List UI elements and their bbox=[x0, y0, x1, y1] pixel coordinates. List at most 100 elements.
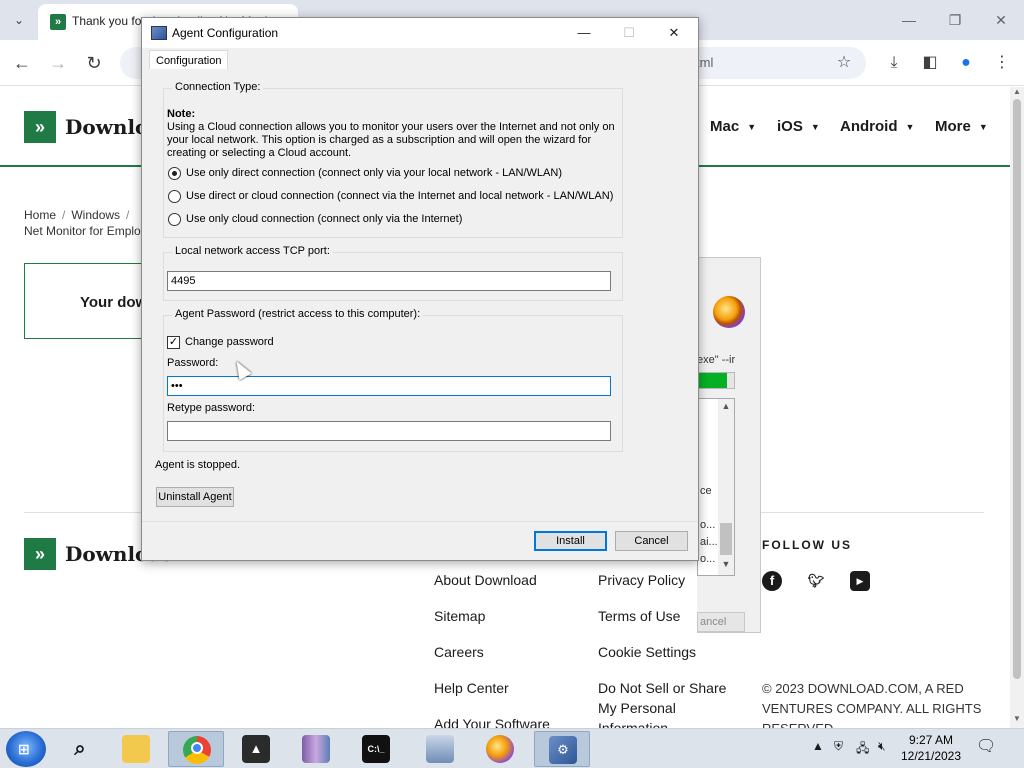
footer-link-help[interactable]: Help Center bbox=[434, 680, 509, 696]
footer-link-privacy[interactable]: Privacy Policy bbox=[598, 572, 685, 588]
cancel-button[interactable]: Cancel bbox=[615, 531, 688, 551]
bookmark-star-icon[interactable]: ☆ bbox=[832, 51, 856, 75]
radio-button[interactable] bbox=[168, 189, 181, 203]
radio-direct-or-cloud[interactable]: Use direct or cloud connection (connect … bbox=[168, 189, 613, 205]
tab-search-icon[interactable]: ⌄ bbox=[8, 9, 30, 31]
windows-logo-icon: ⊞ bbox=[18, 741, 30, 757]
nav-mac[interactable]: Mac ▼ bbox=[710, 118, 756, 135]
password-input[interactable]: ••• bbox=[167, 376, 611, 396]
show-hidden-icons-icon[interactable]: ▲ bbox=[812, 739, 824, 753]
scroll-thumb[interactable] bbox=[720, 523, 732, 555]
agent-config-app-icon bbox=[151, 26, 167, 40]
radio-cloud-only[interactable]: Use only cloud connection (connect only … bbox=[168, 212, 462, 228]
control-panel-icon bbox=[426, 735, 454, 763]
note-body: Using a Cloud connection allows you to m… bbox=[167, 121, 615, 159]
log-line: o... bbox=[700, 519, 716, 531]
search-button[interactable]: ⌕ bbox=[52, 731, 108, 767]
download-status-text: Your dow bbox=[80, 294, 148, 311]
footer-link-about[interactable]: About Download bbox=[434, 572, 537, 588]
radio-button[interactable] bbox=[168, 212, 181, 226]
scroll-down-icon[interactable]: ▼ bbox=[1010, 714, 1024, 726]
clock-time: 9:27 AM bbox=[908, 733, 954, 747]
logo-chevron-icon[interactable]: » bbox=[24, 111, 56, 143]
footer-link-careers[interactable]: Careers bbox=[434, 644, 484, 660]
log-scrollbar[interactable]: ▲ ▼ bbox=[718, 399, 734, 575]
archive-icon bbox=[302, 735, 330, 763]
taskbar-file-explorer[interactable] bbox=[108, 731, 164, 767]
net-monitor-icon bbox=[486, 735, 514, 763]
youtube-icon[interactable]: ▶ bbox=[850, 571, 870, 591]
scroll-up-icon[interactable]: ▲ bbox=[718, 401, 734, 415]
start-button[interactable]: ⊞ bbox=[6, 731, 46, 767]
checkmark-icon[interactable]: ✓ bbox=[167, 335, 180, 349]
tcp-port-input[interactable]: 4495 bbox=[167, 271, 611, 291]
radio-button[interactable] bbox=[168, 166, 181, 180]
breadcrumb-windows[interactable]: Windows bbox=[71, 208, 120, 222]
security-icon[interactable]: ⛨ bbox=[834, 739, 843, 754]
installer-command-text: exe" --ir bbox=[697, 354, 736, 366]
nav-more[interactable]: More ▼ bbox=[935, 118, 988, 135]
dialog-titlebar[interactable]: Agent Configuration — ☐ ✕ bbox=[142, 18, 698, 48]
installer-window: exe" --ir ce o... ai... o... ▲ ▼ ancel bbox=[697, 257, 761, 633]
footer-link-add-software[interactable]: Add Your Software bbox=[434, 716, 550, 728]
twitter-icon[interactable]: 🐦︎ bbox=[806, 571, 826, 591]
taskbar-net-monitor[interactable] bbox=[472, 731, 528, 767]
site-logo-text[interactable]: Downlo bbox=[65, 115, 148, 139]
agent-config-icon: ⚙ bbox=[549, 736, 577, 764]
window-restore-button[interactable]: ❐ bbox=[932, 8, 978, 32]
footer-link-cookies[interactable]: Cookie Settings bbox=[598, 644, 696, 660]
dialog-close-button[interactable]: ✕ bbox=[652, 22, 696, 44]
reload-icon[interactable]: ↻ bbox=[82, 51, 106, 75]
taskbar-photos[interactable]: ▲ bbox=[228, 731, 284, 767]
taskbar-command-prompt[interactable]: C:\_ bbox=[348, 731, 404, 767]
nav-ios[interactable]: iOS ▼ bbox=[777, 118, 820, 135]
notifications-icon[interactable]: 🗨︎ bbox=[976, 736, 996, 756]
taskbar-winrar[interactable] bbox=[288, 731, 344, 767]
back-arrow-icon[interactable]: ← bbox=[10, 51, 34, 75]
agent-password-label: Agent Password (restrict access to this … bbox=[172, 308, 424, 320]
footer-link-do-not-sell-2[interactable]: My Personal bbox=[598, 700, 676, 716]
radio-direct-only[interactable]: Use only direct connection (connect only… bbox=[168, 166, 562, 182]
system-clock[interactable]: 9:27 AM 12/21/2023 bbox=[900, 732, 962, 764]
net-monitor-app-icon bbox=[713, 296, 745, 328]
clock-date: 12/21/2023 bbox=[900, 749, 962, 763]
installer-log-list[interactable]: ce o... ai... o... ▲ ▼ bbox=[697, 398, 735, 576]
network-icon[interactable]: 🖧︎ bbox=[856, 739, 869, 760]
uninstall-agent-button[interactable]: Uninstall Agent bbox=[156, 487, 234, 507]
change-password-checkbox[interactable]: ✓ Change password bbox=[167, 335, 274, 351]
password-label: Password: bbox=[167, 357, 219, 369]
footer-link-do-not-sell[interactable]: Do Not Sell or Share bbox=[598, 680, 726, 696]
installer-progress-bar bbox=[697, 372, 735, 389]
window-minimize-button[interactable]: — bbox=[886, 8, 932, 32]
agent-configuration-dialog: Agent Configuration — ☐ ✕ Configuration … bbox=[141, 17, 699, 561]
side-panel-icon[interactable]: ◧ bbox=[918, 51, 942, 75]
facebook-icon[interactable]: f bbox=[762, 571, 782, 591]
taskbar-agent-config[interactable]: ⚙ bbox=[534, 731, 590, 767]
menu-kebab-icon[interactable]: ⋮ bbox=[990, 51, 1014, 75]
footer-logo-chevron-icon[interactable]: » bbox=[24, 538, 56, 570]
forward-arrow-icon[interactable]: → bbox=[46, 51, 70, 75]
retype-password-input[interactable] bbox=[167, 421, 611, 441]
chevron-down-icon: ▼ bbox=[978, 122, 988, 133]
scroll-down-icon[interactable]: ▼ bbox=[718, 559, 734, 573]
taskbar-control-panel[interactable] bbox=[412, 731, 468, 767]
note-title: Note: bbox=[167, 108, 196, 120]
footer-link-do-not-sell-3[interactable]: Information bbox=[598, 720, 668, 728]
scroll-up-icon[interactable]: ▲ bbox=[1010, 87, 1024, 99]
taskbar-chrome[interactable] bbox=[168, 731, 224, 767]
profile-icon[interactable]: ● bbox=[954, 51, 978, 75]
window-close-button[interactable]: ✕ bbox=[978, 8, 1024, 32]
nav-android[interactable]: Android ▼ bbox=[840, 118, 914, 135]
retype-password-label: Retype password: bbox=[167, 402, 256, 414]
volume-muted-icon[interactable]: 🔇︎ bbox=[878, 739, 886, 754]
footer-link-terms[interactable]: Terms of Use bbox=[598, 608, 680, 624]
breadcrumb-home[interactable]: Home bbox=[24, 208, 56, 222]
page-scrollbar[interactable]: ▲ ▼ bbox=[1010, 87, 1024, 728]
page-scroll-thumb[interactable] bbox=[1013, 99, 1021, 679]
footer-link-sitemap[interactable]: Sitemap bbox=[434, 608, 485, 624]
product-name[interactable]: Net Monitor for Emplo bbox=[24, 224, 141, 238]
installer-cancel-button[interactable]: ancel bbox=[697, 612, 745, 632]
download-icon[interactable]: ⤓ bbox=[882, 51, 906, 75]
dialog-minimize-button[interactable]: — bbox=[562, 22, 606, 44]
install-button[interactable]: Install bbox=[534, 531, 607, 551]
